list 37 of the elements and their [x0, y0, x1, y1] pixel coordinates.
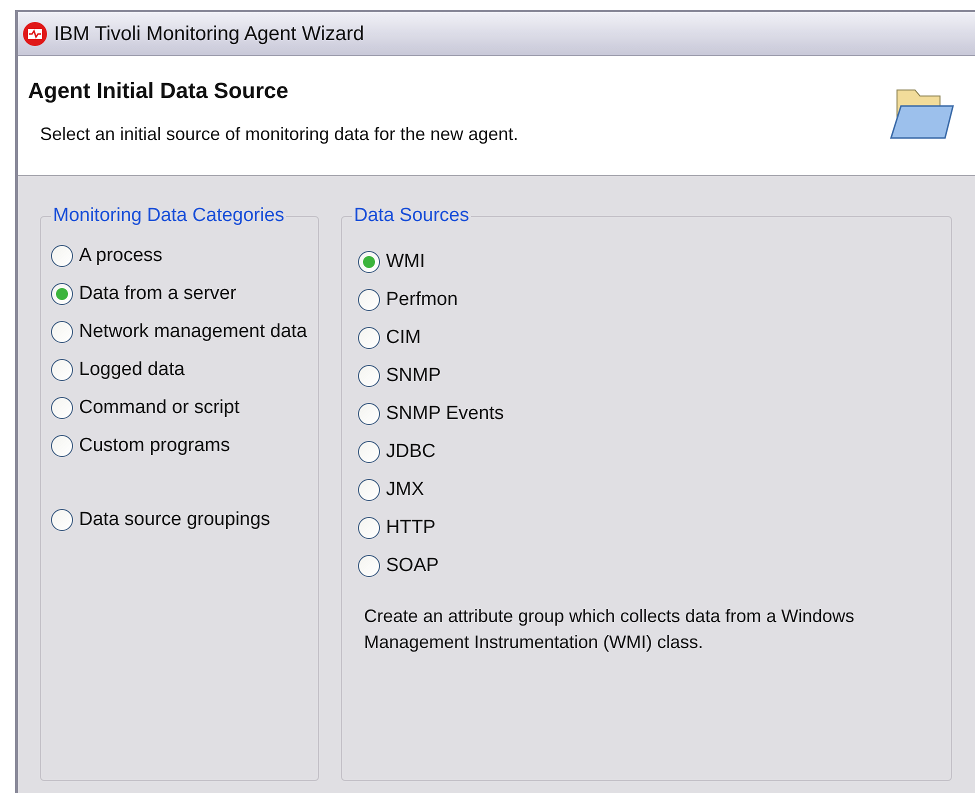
radio-button[interactable]: [358, 441, 380, 463]
radio-button[interactable]: [358, 403, 380, 425]
page-title: Agent Initial Data Source: [28, 77, 290, 105]
radio-option[interactable]: WMI: [358, 243, 951, 281]
radio-button[interactable]: [51, 359, 73, 381]
radio-option[interactable]: JMX: [358, 471, 951, 509]
page-description: Select an initial source of monitoring data for the new agent.: [39, 123, 518, 146]
radio-button[interactable]: [358, 365, 380, 387]
radio-button[interactable]: [358, 251, 380, 273]
radio-button[interactable]: [51, 397, 73, 419]
radio-option[interactable]: SNMP Events: [358, 395, 951, 433]
radio-option[interactable]: Perfmon: [358, 281, 951, 319]
app-icon: [22, 20, 48, 46]
radio-button[interactable]: [358, 289, 380, 311]
radio-button[interactable]: [51, 509, 73, 531]
radio-button[interactable]: [358, 479, 380, 501]
radio-option[interactable]: Data from a server: [51, 275, 318, 313]
radio-option[interactable]: Custom programs: [51, 427, 318, 465]
radio-option[interactable]: HTTP: [358, 509, 951, 547]
source-description: Create an attribute group which collects data from a Windows Management Instrumentation (WMI) class.: [364, 605, 856, 654]
radio-button[interactable]: [358, 555, 380, 577]
radio-option[interactable]: Data source groupings: [51, 501, 318, 539]
radio-option[interactable]: CIM: [358, 319, 951, 357]
radio-button[interactable]: [358, 327, 380, 349]
radio-option[interactable]: Logged data: [51, 351, 318, 389]
radio-button[interactable]: [51, 245, 73, 267]
radio-button[interactable]: [51, 283, 73, 305]
radio-option[interactable]: Network management data: [51, 313, 318, 351]
radio-option[interactable]: SOAP: [358, 547, 951, 585]
radio-option[interactable]: SNMP: [358, 357, 951, 395]
radio-option[interactable]: JDBC: [358, 433, 951, 471]
radio-button[interactable]: [358, 517, 380, 539]
window-title: IBM Tivoli Monitoring Agent Wizard: [54, 22, 364, 46]
radio-option[interactable]: A process: [51, 237, 318, 275]
radio-button[interactable]: [51, 321, 73, 343]
radio-option[interactable]: Command or script: [51, 389, 318, 427]
radio-button[interactable]: [51, 435, 73, 457]
